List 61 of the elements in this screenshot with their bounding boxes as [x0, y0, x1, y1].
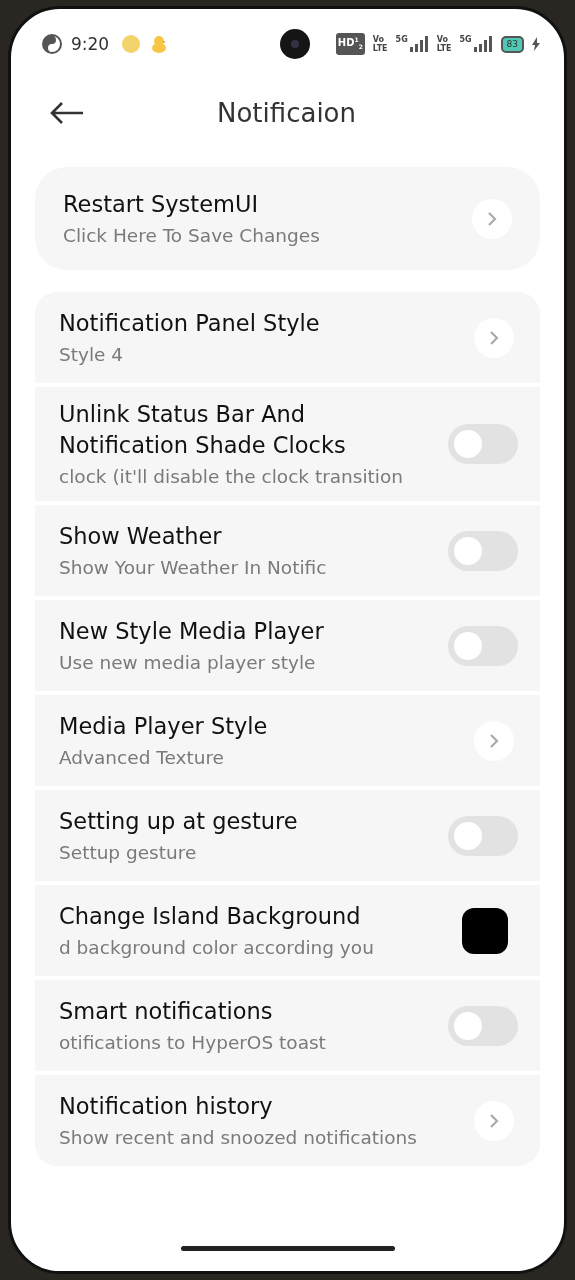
- chevron-icon: [488, 1112, 500, 1129]
- setting-subtitle: d background color according you: [59, 936, 375, 960]
- setting-subtitle: Advanced Texture: [59, 746, 225, 770]
- chevron-button[interactable]: [474, 317, 514, 358]
- setting-title: Notification Panel Style: [59, 309, 321, 338]
- front-camera: [279, 29, 310, 59]
- setting-title: Show Weather: [59, 522, 223, 551]
- setting-title: Setting up at gesture: [59, 807, 299, 836]
- network-label: 5G: [459, 35, 472, 44]
- volte-label: Vo: [436, 35, 449, 44]
- setting-title: Unlink Status Bar And Notification Shade Clocks: [59, 400, 347, 460]
- chevron-button[interactable]: [474, 1100, 514, 1141]
- setting-row[interactable]: Notification history Show recent and snoozed notifications: [35, 1075, 540, 1166]
- setting-subtitle: Use new media player style: [59, 651, 317, 675]
- signal-icon: [472, 35, 493, 53]
- lte-label: LTE: [372, 44, 388, 53]
- volte-label: Vo: [372, 35, 386, 44]
- setting-subtitle: otifications to HyperOS toast: [59, 1031, 327, 1055]
- setting-title: New Style Media Player: [59, 617, 325, 646]
- color-swatch[interactable]: [462, 907, 508, 954]
- setting-subtitle: clock (it'll disable the clock transition: [59, 465, 405, 489]
- toggle-switch[interactable]: [448, 424, 518, 464]
- charging-icon: [532, 37, 540, 51]
- setting-row[interactable]: New Style Media Player Use new media player style: [35, 600, 540, 691]
- setting-title: Media Player Style: [59, 712, 269, 741]
- lte-label: LTE: [436, 44, 452, 53]
- chevron-icon: [488, 329, 500, 346]
- signal-icon: [408, 35, 429, 53]
- home-indicator[interactable]: [180, 1246, 395, 1251]
- setting-title: Smart notifications: [59, 997, 274, 1026]
- setting-row[interactable]: Show Weather Show Your Weather In Notific: [35, 505, 540, 596]
- emoji-icon: [121, 34, 142, 54]
- setting-row[interactable]: Media Player Style Advanced Texture: [35, 695, 540, 786]
- page-title: Notificaion: [216, 98, 357, 128]
- setting-row[interactable]: Setting up at gesture Settup gesture: [35, 790, 540, 881]
- setting-title: Restart SystemUI: [63, 190, 260, 219]
- battery-level: 83: [500, 35, 524, 53]
- setting-title: Notification history: [59, 1092, 274, 1121]
- toggle-switch[interactable]: [448, 530, 518, 571]
- chevron-button[interactable]: [474, 720, 514, 761]
- status-time: 9:20: [71, 34, 110, 54]
- setting-title: Change Island Background: [59, 902, 362, 931]
- setting-subtitle: Click Here To Save Changes: [63, 224, 321, 248]
- chevron-icon: [488, 732, 500, 749]
- network-label: 5G: [395, 35, 408, 44]
- restart-card[interactable]: Restart SystemUI Click Here To Save Changes: [35, 167, 540, 270]
- setting-row[interactable]: Smart notifications otifications to HyperOS toast: [35, 980, 540, 1071]
- toggle-switch[interactable]: [448, 1005, 518, 1046]
- setting-subtitle: Show recent and snoozed notifications: [59, 1126, 418, 1150]
- setting-subtitle: Show Your Weather In Notific: [59, 556, 328, 580]
- setting-subtitle: Settup gesture: [59, 841, 198, 865]
- setting-row[interactable]: Notification Panel Style Style 4: [35, 292, 540, 383]
- back-arrow-icon[interactable]: [49, 101, 85, 125]
- setting-subtitle: Style 4: [59, 343, 125, 367]
- setting-row[interactable]: Unlink Status Bar And Notification Shade Clocks clock (it'll disable the clock transition: [35, 387, 540, 501]
- chevron-icon: [486, 210, 498, 227]
- setting-row[interactable]: Change Island Background d background color according you: [35, 885, 540, 976]
- chevron-button[interactable]: [472, 198, 512, 239]
- toggle-switch[interactable]: [448, 625, 518, 666]
- yin-yang-icon: [41, 33, 63, 55]
- toggle-switch[interactable]: [448, 815, 518, 856]
